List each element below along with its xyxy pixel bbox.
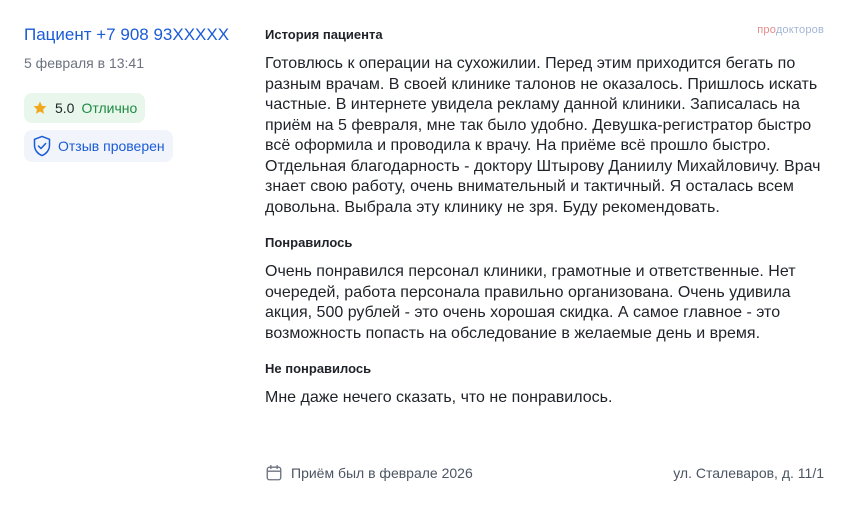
calendar-icon <box>265 464 283 482</box>
review-date: 5 февраля в 13:41 <box>24 55 144 71</box>
section-disliked: Не понравилось Мне даже нечего сказать, … <box>265 360 825 409</box>
section-text: Готовлюсь к операции на сухожилии. Перед… <box>265 55 821 216</box>
section-title: История пациента <box>265 27 383 42</box>
rating-label: Отлично <box>81 100 138 116</box>
section-title: Не понравилось <box>265 361 372 376</box>
section-liked: Понравилось Очень понравился персонал кл… <box>265 234 825 344</box>
verified-badge[interactable]: Отзыв проверен <box>24 130 173 162</box>
review-body: История пациента Готовлюсь к операции на… <box>265 26 825 409</box>
rating-value: 5.0 <box>55 100 75 116</box>
visit-text: Приём был в феврале 2026 <box>291 465 473 481</box>
rating-badge: 5.0 Отлично <box>24 93 146 123</box>
section-title: Понравилось <box>265 235 353 250</box>
shield-check-icon <box>32 135 52 157</box>
section-text: Очень понравился персонал клиники, грамо… <box>265 263 796 342</box>
clinic-address[interactable]: ул. Сталеваров, д. 11/1 <box>673 465 824 481</box>
review-footer: Приём был в феврале 2026 ул. Сталеваров,… <box>265 462 824 484</box>
section-history: История пациента Готовлюсь к операции на… <box>265 26 825 218</box>
visit-info: Приём был в феврале 2026 <box>265 464 473 482</box>
star-icon <box>32 100 48 116</box>
section-text: Мне даже нечего сказать, что не понравил… <box>265 389 613 406</box>
verified-label: Отзыв проверен <box>58 138 165 154</box>
review-author[interactable]: Пациент +7 908 93XXXXX <box>24 24 244 46</box>
review-meta: Пациент +7 908 93XXXXX 5 февраля в 13:41… <box>24 24 244 162</box>
